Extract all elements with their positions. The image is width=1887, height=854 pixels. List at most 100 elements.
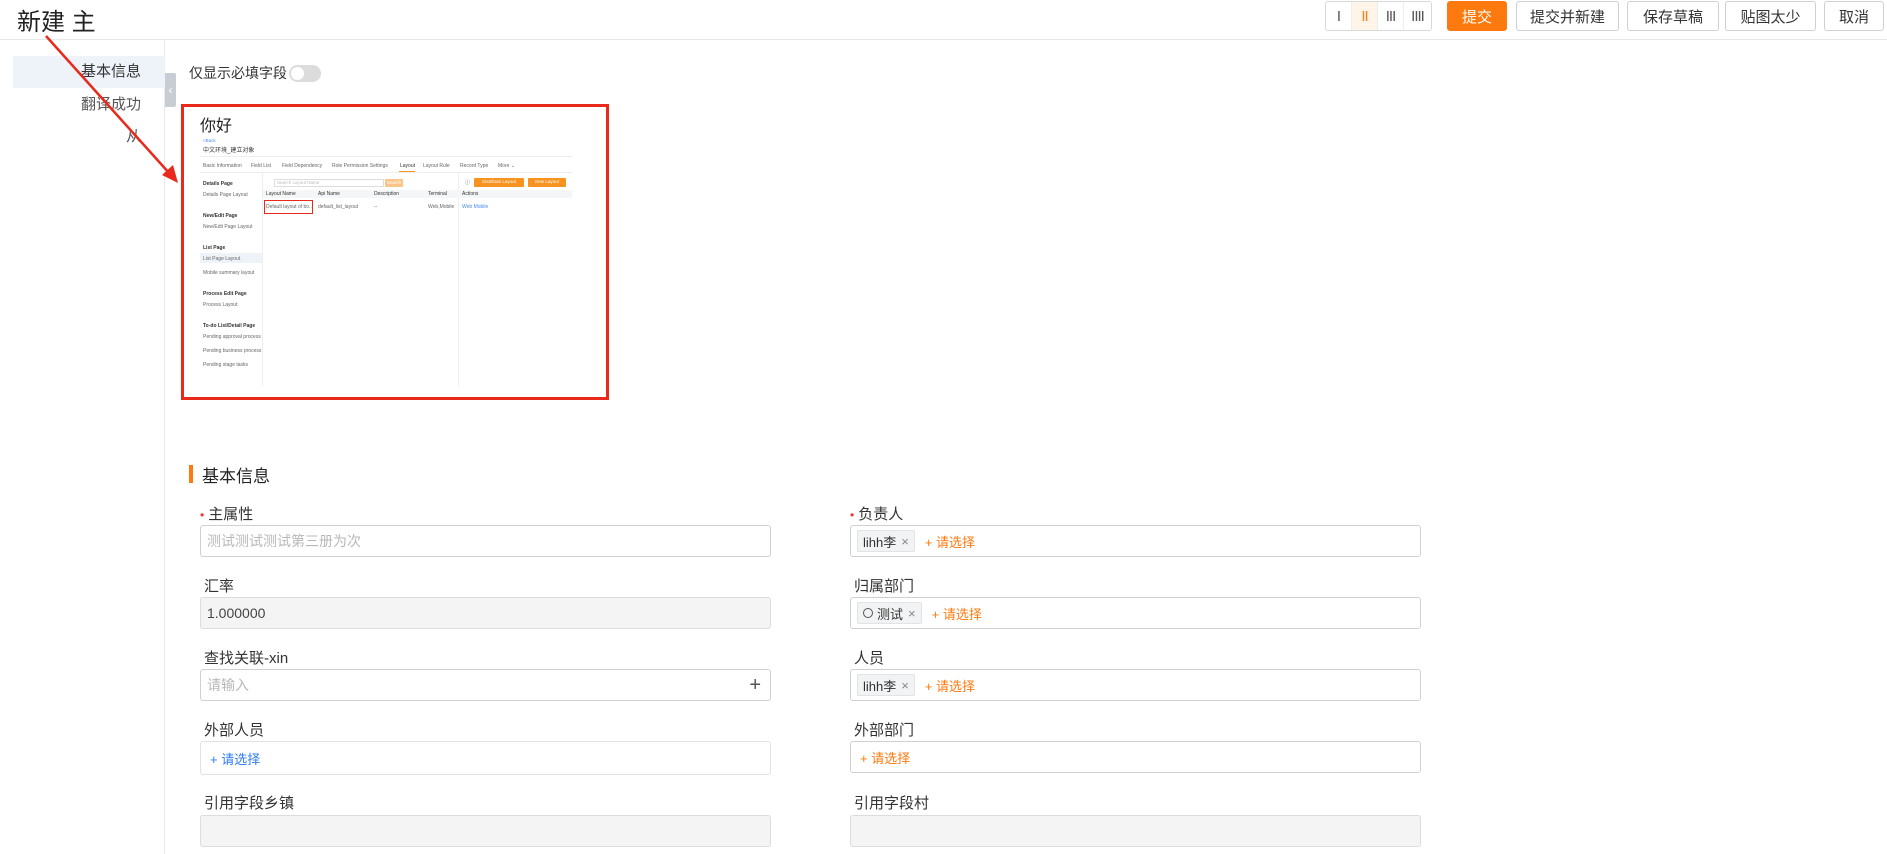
owner-select-link[interactable]: + 请选择 (925, 532, 975, 551)
embedded-screenshot: <Back 中文环境_建立对象 Basic Information Field … (200, 136, 572, 386)
one-column-button[interactable]: I (1326, 2, 1352, 30)
embedded-col: Layout Name (266, 191, 296, 197)
save-draft-button[interactable]: 保存草稿 (1627, 1, 1719, 31)
department-field[interactable]: 测试 × + 请选择 (850, 597, 1421, 629)
embedded-cell: Web,Mobile (428, 204, 455, 210)
embedded-col: Actions (462, 191, 479, 197)
embedded-cell: default_list_layout (318, 204, 359, 210)
embedded-tab-active: Layout (400, 163, 416, 169)
staff-tag: lihh李 × (857, 674, 915, 696)
embedded-group-item: New/Edit Page Layout (203, 224, 253, 230)
embedded-group-item: Details Page Layout (203, 192, 248, 198)
sidebar-item-basic-info[interactable]: 基本信息 (13, 56, 165, 88)
external-department-label: 外部部门 (854, 722, 915, 739)
lookup-placeholder: 请输入 (207, 677, 249, 693)
embedded-group-title: Details Page (203, 181, 233, 187)
owner-field[interactable]: lihh李 × + 请选择 (850, 525, 1421, 557)
sidebar-item-detail[interactable]: 从 (13, 121, 165, 153)
embedded-group-title: New/Edit Page (203, 213, 238, 219)
ref-town-label: 引用字段乡镇 (204, 795, 295, 812)
remove-tag-icon[interactable]: × (901, 534, 909, 549)
embedded-cell: Web Mobile (462, 204, 489, 210)
ref-village-input (850, 815, 1421, 847)
chevron-left-icon: ‹ (168, 83, 173, 97)
column-layout-switcher: I II III IIII (1325, 1, 1432, 31)
exchange-rate-label: 汇率 (204, 578, 235, 595)
collapse-sidebar-handle[interactable]: ‹ (165, 73, 176, 107)
required-mark: • (200, 508, 205, 522)
four-column-button[interactable]: IIII (1404, 2, 1431, 30)
staff-select-link[interactable]: + 请选择 (925, 676, 975, 695)
exchange-rate-input: 1.000000 (200, 597, 771, 629)
embedded-tab: More ⌄ (498, 163, 515, 169)
embedded-object-name: 中文环境_建立对象 (203, 148, 255, 154)
remove-tag-icon[interactable]: × (901, 678, 909, 693)
lookup-label: 查找关联-xin (204, 650, 289, 667)
department-label: 归属部门 (854, 578, 915, 595)
department-select-link[interactable]: + 请选择 (932, 604, 982, 623)
section-accent-bar (189, 465, 193, 483)
department-tag: 测试 × (857, 602, 922, 624)
embedded-group-item: Process Layout (203, 302, 238, 308)
embedded-tab: Basic Information (203, 163, 242, 169)
owner-label: • 负责人 (850, 506, 904, 523)
sidebar-item-translation[interactable]: 翻译成功 (13, 89, 165, 121)
submit-button[interactable]: 提交 (1447, 1, 1507, 31)
two-column-button[interactable]: II (1352, 2, 1378, 30)
page-title: 新建 主 (17, 9, 96, 36)
ref-village-label: 引用字段村 (854, 795, 930, 812)
embedded-search-placeholder: Search Layout Name (277, 180, 320, 185)
embedded-search-button: Search (385, 179, 403, 187)
embedded-cell: Default layout of bo... (266, 204, 314, 210)
embedded-col: Terminal (428, 191, 447, 197)
add-icon[interactable]: + (749, 674, 761, 697)
external-department-field[interactable]: + 请选择 (850, 741, 1421, 773)
remove-tag-icon[interactable]: × (908, 606, 916, 621)
section-header-basic-info: 基本信息 (189, 465, 270, 486)
required-only-switch[interactable] (289, 64, 321, 82)
required-mark: • (850, 508, 855, 522)
external-staff-field[interactable]: + 请选择 (200, 741, 771, 775)
embedded-group-item: Pending approval process (203, 334, 261, 340)
rich-text-heading: 你好 (200, 118, 233, 135)
submit-and-new-button[interactable]: 提交并新建 (1516, 1, 1619, 31)
cancel-button[interactable]: 取消 (1824, 1, 1884, 31)
embedded-tab: Layout Rule (423, 163, 450, 169)
required-only-label: 仅显示必填字段 (189, 65, 287, 81)
section-title: 基本信息 (202, 466, 270, 486)
embedded-col: Description (374, 191, 400, 197)
external-department-select-link[interactable]: + 请选择 (860, 748, 910, 767)
embedded-group-item: Pending business process (203, 348, 262, 354)
image-too-small-button[interactable]: 贴图太少 (1725, 1, 1816, 31)
embedded-tab: Field Dependency (282, 163, 323, 169)
external-staff-select-link[interactable]: + 请选择 (210, 749, 260, 768)
exchange-rate-value: 1.000000 (207, 605, 266, 621)
main-attr-placeholder: 测试测试测试第三册为次 (207, 533, 361, 549)
section-sidebar (0, 40, 165, 854)
staff-field[interactable]: lihh李 × + 请选择 (850, 669, 1421, 701)
embedded-new-layout-button: New Layout (528, 178, 566, 187)
required-only-toggle-row: 仅显示必填字段 (189, 63, 321, 83)
page-header: 新建 主 I II III IIII 提交 提交并新建 保存草稿 贴图太少 取消 (0, 0, 1887, 40)
embedded-cell: -- (374, 204, 378, 210)
ref-town-input (200, 815, 771, 847)
embedded-group-item: Pending stage tasks (203, 362, 249, 368)
embedded-col: Api Name (318, 191, 340, 197)
embedded-group-item: Mobile summary layout (203, 270, 255, 276)
embedded-group-item: List Page Layout (203, 256, 241, 262)
embedded-tab: Record Type (460, 163, 489, 169)
embedded-distribute-button: Distribute Layout (474, 178, 524, 187)
lookup-input[interactable]: 请输入 + (200, 669, 771, 701)
main-attr-label: • 主属性 (200, 506, 254, 523)
external-staff-label: 外部人员 (204, 722, 265, 739)
embedded-group-title: To-do List/Detail Page (203, 323, 256, 329)
department-circle-icon (863, 608, 873, 618)
three-column-button[interactable]: III (1378, 2, 1404, 30)
staff-label: 人员 (854, 650, 885, 667)
embedded-group-title: Process Edit Page (203, 291, 247, 297)
embedded-group-title: List Page (203, 245, 226, 251)
embedded-tab: Role Permission Settings (332, 163, 388, 169)
embedded-help-icon: ⓘ (465, 180, 471, 186)
main-attr-input[interactable]: 测试测试测试第三册为次 (200, 525, 771, 557)
owner-tag: lihh李 × (857, 530, 915, 552)
